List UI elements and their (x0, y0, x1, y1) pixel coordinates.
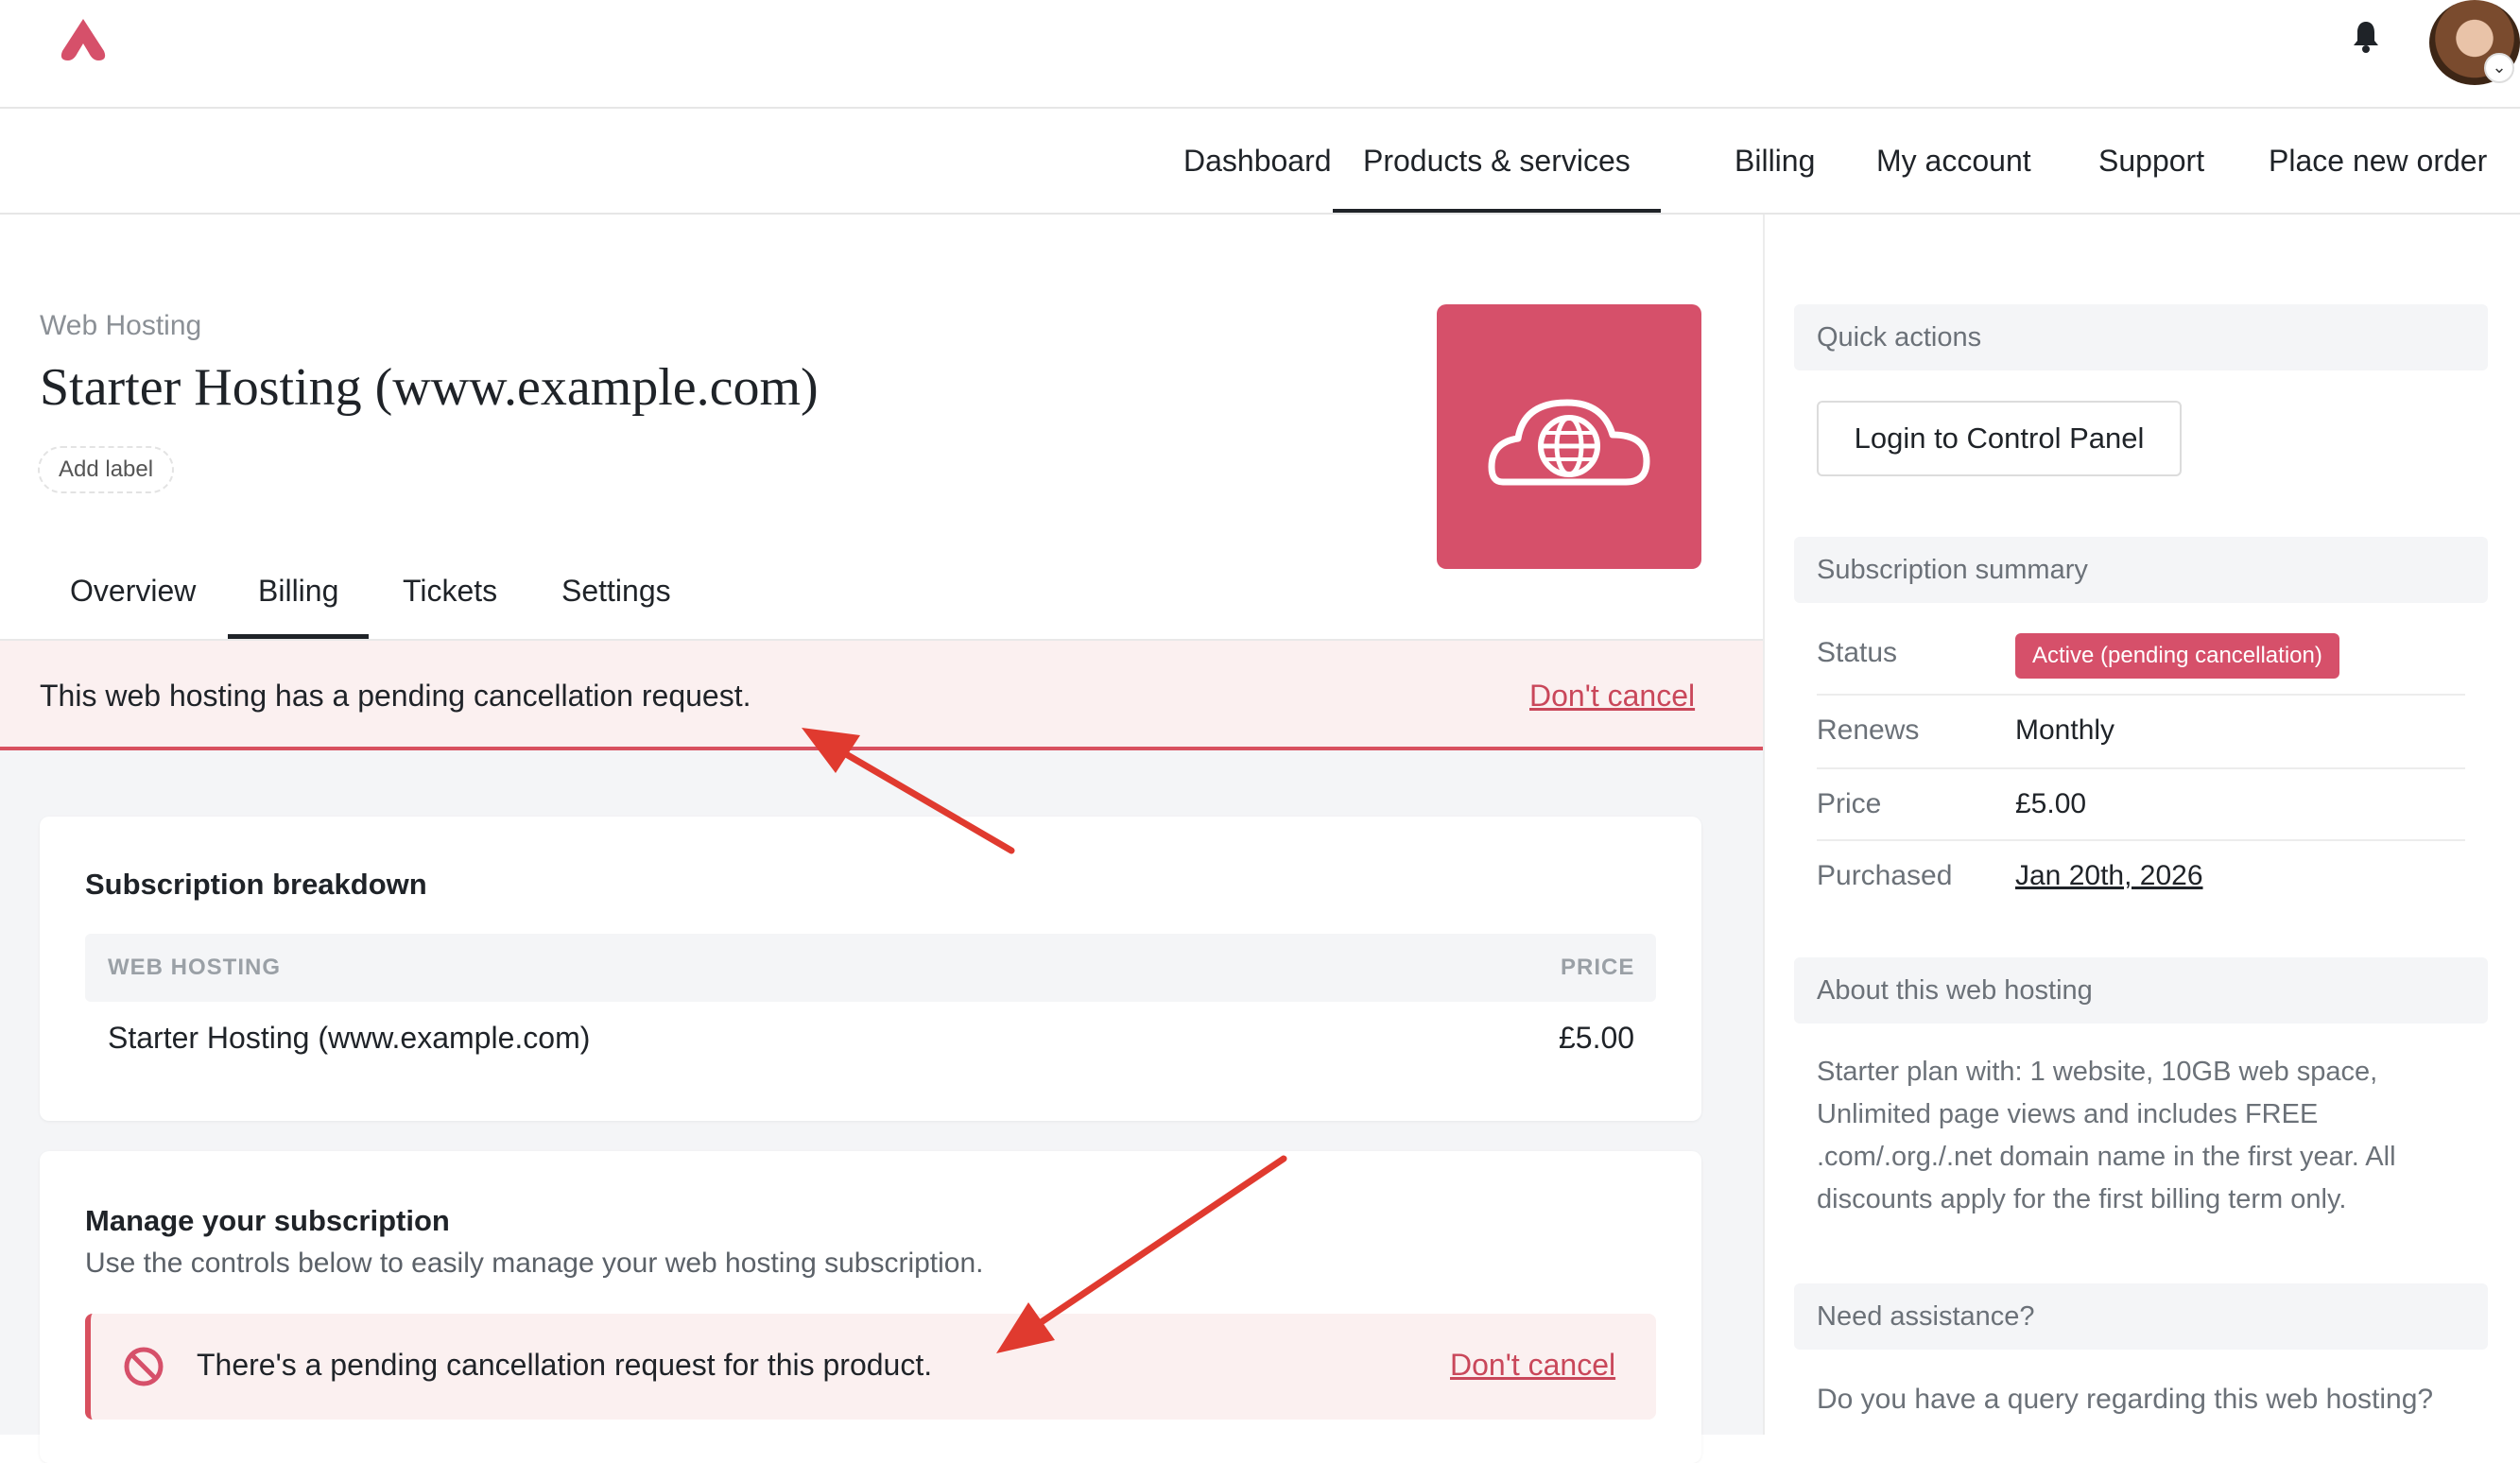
page-title: Starter Hosting (www.example.com) (40, 358, 819, 417)
nav-billing[interactable]: Billing (1735, 109, 1815, 213)
dont-cancel-link[interactable]: Don't cancel (1529, 679, 1695, 714)
product-category: Web Hosting (40, 310, 202, 341)
bell-icon[interactable] (2352, 19, 2380, 55)
tab-billing[interactable]: Billing (228, 558, 370, 639)
status-badge: Active (pending cancellation) (2015, 633, 2339, 679)
status-label: Status (1817, 637, 1898, 668)
summary-divider (1817, 694, 2465, 696)
manage-subscription-title: Manage your subscription (85, 1204, 450, 1237)
cloud-globe-icon (1488, 399, 1650, 486)
avatar-menu-caret-icon[interactable]: ⌄ (2484, 53, 2514, 83)
nav-my-account[interactable]: My account (1876, 109, 2031, 213)
tab-settings[interactable]: Settings (531, 558, 701, 639)
breakdown-item-price: £5.00 (1559, 1021, 1635, 1055)
need-assistance-header: Need assistance? (1794, 1283, 2488, 1350)
purchased-label: Purchased (1817, 860, 1953, 891)
manage-subscription-subtitle: Use the controls below to easily manage … (85, 1248, 984, 1279)
nav-dashboard[interactable]: Dashboard (1183, 109, 1332, 213)
summary-divider (1817, 767, 2465, 769)
pending-cancellation-notice-text: There's a pending cancellation request f… (197, 1348, 933, 1382)
need-assistance-text: Do you have a query regarding this web h… (1817, 1384, 2434, 1415)
quick-actions-header: Quick actions (1794, 304, 2488, 370)
renews-value: Monthly (2015, 714, 2115, 746)
top-bar (0, 0, 2520, 109)
login-control-panel-button[interactable]: Login to Control Panel (1817, 401, 2182, 476)
product-tile (1437, 304, 1701, 569)
column-divider (1763, 215, 1765, 1435)
summary-divider (1817, 839, 2465, 841)
subscription-breakdown-title: Subscription breakdown (85, 868, 427, 901)
add-label-button[interactable]: Add label (38, 446, 175, 493)
breakdown-item-name: Starter Hosting (www.example.com) (108, 1021, 591, 1055)
nav-place-new-order[interactable]: Place new order (2269, 109, 2487, 213)
brand-logo-icon[interactable] (55, 17, 112, 64)
tab-overview[interactable]: Overview (40, 558, 226, 639)
about-hosting-text: Starter plan with: 1 website, 10GB web s… (1817, 1057, 2396, 1214)
renews-label: Renews (1817, 714, 1920, 746)
about-hosting-header: About this web hosting (1794, 957, 2488, 1024)
cancellation-banner-text: This web hosting has a pending cancellat… (40, 679, 751, 713)
purchased-date-link[interactable]: Jan 20th, 2026 (2015, 860, 2203, 892)
nav-support[interactable]: Support (2098, 109, 2204, 213)
breakdown-table-header (85, 934, 1656, 1002)
notice-dont-cancel-link[interactable]: Don't cancel (1450, 1348, 1615, 1383)
subscription-summary-header: Subscription summary (1794, 537, 2488, 603)
price-value: £5.00 (2015, 788, 2087, 819)
price-label: Price (1817, 788, 1882, 819)
column-header-price: PRICE (1561, 955, 1635, 980)
nav-products-services[interactable]: Products & services (1333, 109, 1661, 213)
tab-tickets[interactable]: Tickets (372, 558, 527, 639)
ban-icon (124, 1347, 164, 1386)
column-header-web-hosting: WEB HOSTING (108, 955, 281, 980)
